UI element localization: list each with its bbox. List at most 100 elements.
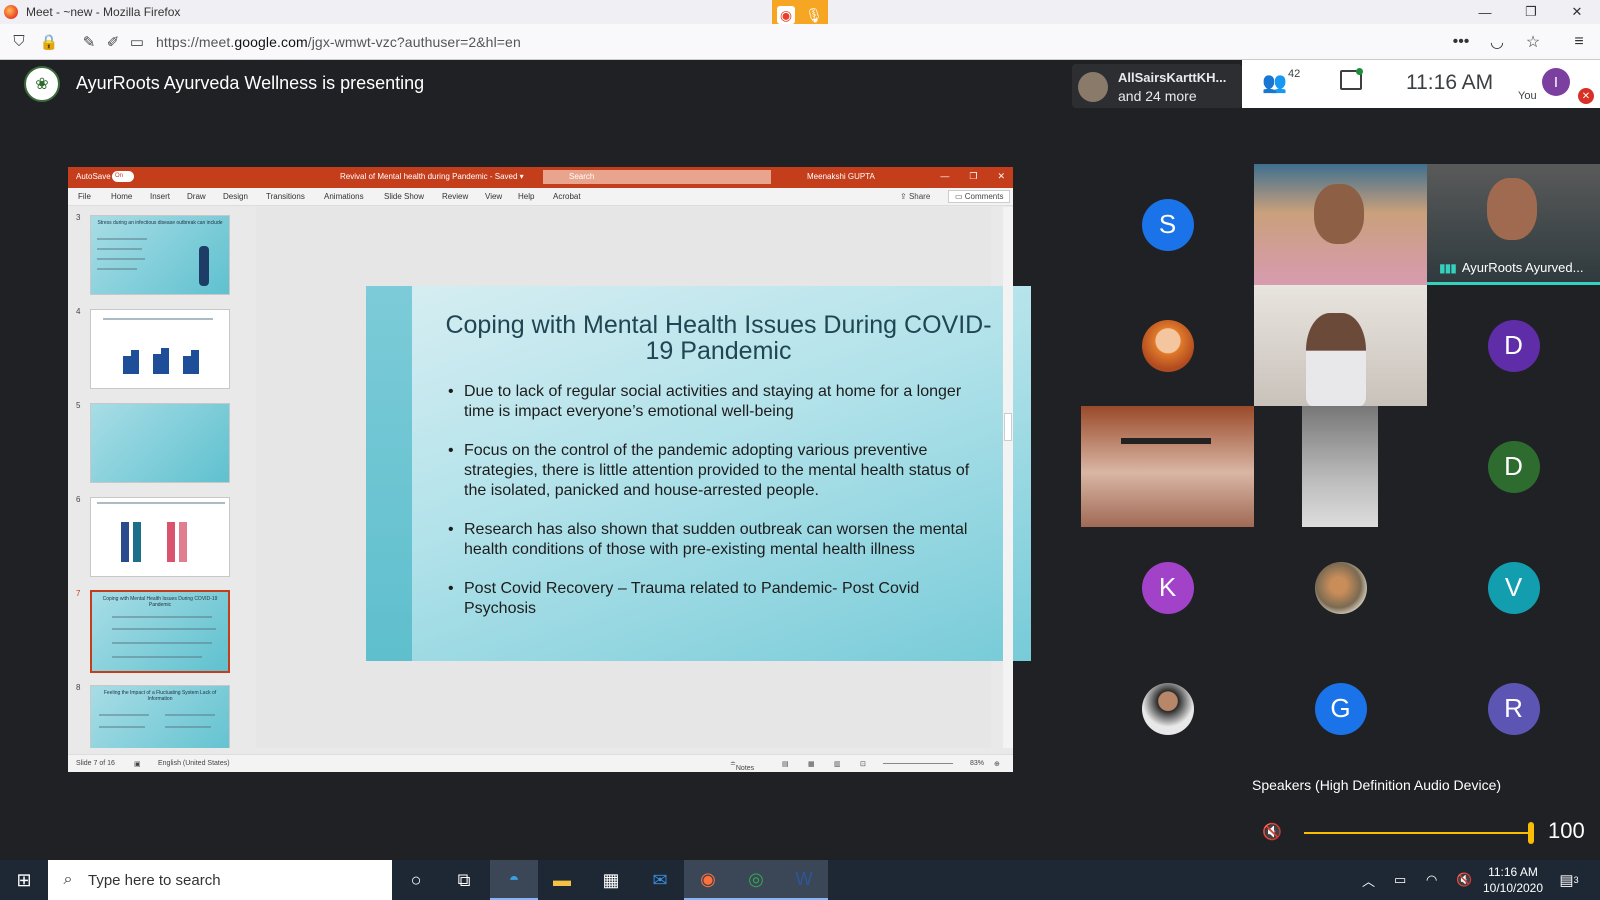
ppt-minimize-button[interactable]: — [940, 171, 949, 182]
participant-video [1302, 406, 1378, 527]
minimize-button[interactable]: — [1462, 0, 1508, 24]
ppt-search-input[interactable]: Search [543, 170, 771, 184]
slide-sorter-icon[interactable]: ▦ [808, 760, 815, 768]
status-language[interactable]: English (United States) [158, 760, 230, 767]
participant-tile[interactable] [1254, 527, 1427, 648]
slide-thumbnail-3[interactable]: Stress during an infectious disease outb… [90, 215, 230, 295]
slide-thumbnail-4[interactable] [90, 309, 230, 389]
browser-title-bar: Meet - ~new - Mozilla Firefox ◉ 🎙 — ❐ ✕ [0, 0, 1600, 30]
people-icon[interactable]: 👥 [1262, 70, 1287, 95]
you-avatar[interactable]: I [1542, 68, 1570, 96]
ribbon-tab-slideshow[interactable]: Slide Show [384, 192, 424, 201]
participant-video-tile[interactable] [1081, 406, 1254, 527]
participant-video [1314, 184, 1364, 244]
ribbon-tab-review[interactable]: Review [442, 192, 468, 201]
hamburger-menu-icon[interactable]: ≡ [1568, 31, 1590, 53]
speaker-mute-icon[interactable]: 🔇 [1262, 822, 1282, 842]
autosave-toggle[interactable]: On [112, 171, 134, 182]
edge-icon[interactable]: ◓ [490, 860, 538, 900]
mail-icon[interactable]: ✉ [636, 860, 684, 900]
ribbon-tab-acrobat[interactable]: Acrobat [553, 192, 581, 201]
notification-center-icon[interactable]: ▤ 3 [1556, 868, 1582, 892]
participant-tile[interactable] [1081, 648, 1254, 769]
taskbar-search-input[interactable]: ⌕ Type here to search [48, 860, 392, 900]
word-icon[interactable]: W [780, 860, 828, 900]
ribbon-tab-home[interactable]: Home [111, 192, 132, 201]
chrome-icon[interactable]: ◎ [732, 860, 780, 900]
status-slide-count: Slide 7 of 16 [76, 760, 115, 767]
scrollbar-thumb[interactable] [1004, 413, 1012, 441]
ribbon-tab-insert[interactable]: Insert [150, 192, 170, 201]
participant-tile[interactable]: G [1254, 648, 1427, 769]
participant-tile[interactable]: K [1081, 527, 1254, 648]
ribbon-tab-file[interactable]: File [78, 192, 91, 201]
slide-thumbnail-8[interactable]: Feeling the Impact of a Fluctuating Syst… [90, 685, 230, 748]
tray-chevron-icon[interactable]: ︿ [1362, 860, 1375, 900]
normal-view-icon[interactable]: ▤ [782, 760, 789, 768]
ribbon-tab-animations[interactable]: Animations [324, 192, 364, 201]
ribbon-tab-view[interactable]: View [485, 192, 502, 201]
microphone-icon: 🎙 [805, 6, 823, 23]
document-title[interactable]: Revival of Mental health during Pandemic… [340, 172, 524, 181]
url-field[interactable]: https://meet.google.com/jgx-wmwt-vzc?aut… [156, 34, 521, 50]
slideshow-view-icon[interactable]: ⊡ [860, 760, 866, 768]
participant-tile[interactable]: D [1427, 285, 1600, 406]
store-icon[interactable]: ▦ [587, 860, 635, 900]
participant-video-tile[interactable] [1254, 285, 1427, 406]
volume-slider[interactable] [1304, 832, 1532, 834]
volume-slider-knob[interactable] [1528, 822, 1534, 844]
ribbon-tab-help[interactable]: Help [518, 192, 534, 201]
maximize-button[interactable]: ❐ [1508, 0, 1554, 24]
participant-video-tile-active[interactable]: ▮▮▮ AyurRoots Ayurved... [1427, 164, 1600, 285]
slide-thumbnail-7[interactable]: Coping with Mental Health Issues During … [90, 590, 230, 673]
reading-view-icon[interactable]: ▥ [834, 760, 841, 768]
participants-chip[interactable]: AllSairsKarttKH... and 24 more [1072, 64, 1242, 108]
ribbon-tab-transitions[interactable]: Transitions [266, 192, 305, 201]
screen-share-icon[interactable]: ▭ [126, 31, 148, 53]
avatar: D [1487, 319, 1540, 372]
slide-accent-band [366, 286, 412, 661]
thumb-title: Feeling the Impact of a Fluctuating Syst… [103, 690, 217, 702]
shield-icon[interactable]: ⛉ [8, 31, 30, 53]
close-button[interactable]: ✕ [1554, 0, 1600, 24]
mic-permission-icon[interactable]: ✐ [102, 31, 124, 53]
slide-thumbnail-5[interactable] [90, 403, 230, 483]
ppt-restore-button[interactable]: ❐ [969, 171, 977, 182]
fit-slide-icon[interactable]: ⊕ [994, 760, 1000, 768]
page-actions-icon[interactable]: ••• [1450, 31, 1472, 53]
start-windows-icon[interactable]: ⊞ [0, 860, 48, 900]
slide-thumbnail-6[interactable] [90, 497, 230, 577]
thumb-title: Stress during an infectious disease outb… [97, 220, 223, 226]
accessibility-icon[interactable]: ▣ [134, 760, 141, 768]
firefox-taskbar-icon[interactable]: ◉ [684, 860, 732, 900]
comments-button[interactable]: ▭ Comments [948, 190, 1011, 203]
volume-muted-icon[interactable]: 🔇 [1456, 860, 1472, 900]
ribbon-tab-draw[interactable]: Draw [187, 192, 206, 201]
bookmark-star-icon[interactable]: ☆ [1522, 31, 1544, 53]
participant-tile[interactable] [1081, 285, 1254, 406]
camera-off-icon[interactable]: ✎ [78, 31, 100, 53]
zoom-slider[interactable] [883, 763, 953, 764]
lock-icon[interactable]: 🔒 [38, 31, 60, 53]
ppt-close-button[interactable]: ✕ [997, 171, 1005, 182]
wifi-icon[interactable]: ◠ [1426, 860, 1437, 900]
notes-button[interactable]: ≐ Notes [730, 760, 754, 772]
file-explorer-icon[interactable]: ▬ [538, 860, 586, 900]
participant-tile[interactable]: S [1081, 164, 1254, 285]
thumb-number: 8 [76, 683, 81, 692]
participant-video-tile[interactable] [1254, 406, 1427, 527]
zoom-level[interactable]: 83% [970, 760, 984, 767]
ppt-user-name[interactable]: Meenakshi GUPTA [807, 172, 875, 181]
taskbar-clock[interactable]: 11:16 AM 10/10/2020 [1478, 864, 1548, 896]
participant-tile[interactable]: D [1427, 406, 1600, 527]
ribbon-tab-design[interactable]: Design [223, 192, 248, 201]
slide-scrollbar[interactable] [1003, 207, 1013, 748]
participant-tile[interactable]: V [1427, 527, 1600, 648]
share-button[interactable]: ⇪ Share [900, 192, 930, 201]
cortana-icon[interactable]: ○ [392, 860, 440, 900]
battery-icon[interactable]: ▭ [1394, 860, 1406, 900]
participant-video-tile[interactable] [1254, 164, 1427, 285]
task-view-icon[interactable]: ⧉ [440, 860, 488, 900]
pocket-icon[interactable]: ◡ [1486, 31, 1508, 53]
participant-tile[interactable]: R [1427, 648, 1600, 769]
